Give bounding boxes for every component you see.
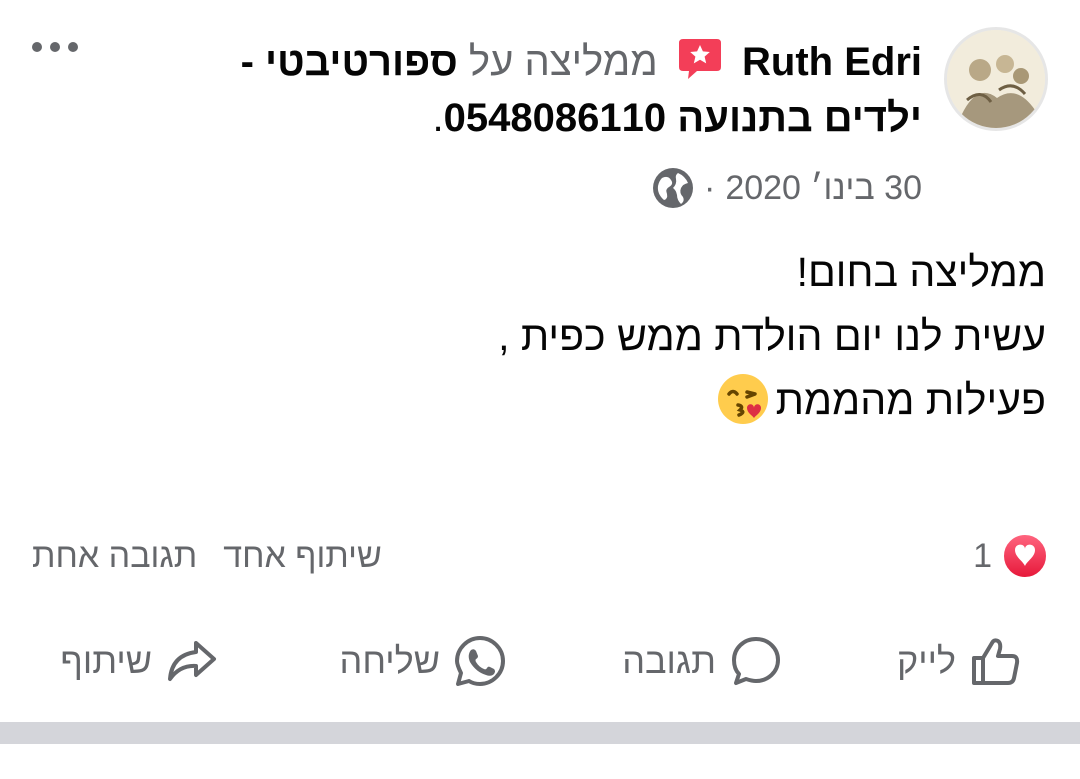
like-button[interactable]: לייק	[897, 628, 1024, 694]
shares-count[interactable]: שיתוף אחד	[223, 537, 382, 576]
post-meta: 30 בינו׳ 2020 ·	[652, 164, 922, 212]
post-body: ממליצה בחום! עשית לנו יום הולדת ממש כפית…	[46, 240, 1046, 432]
author-name[interactable]: Ruth Edri	[742, 40, 922, 84]
share-arrow-icon	[168, 641, 216, 681]
page-name-suffix: .	[432, 96, 444, 140]
thumbs-up-icon	[972, 638, 1020, 685]
comment-label: תגובה	[622, 640, 716, 681]
comment-button[interactable]: תגובה	[622, 628, 784, 694]
body-line-3-text: פעילות מהממת	[775, 377, 1046, 423]
action-bar: לייק תגובה שליחה שיתוף	[0, 628, 1080, 694]
next-post-area	[0, 744, 1080, 779]
post-card: Ruth Edri ממליצה על ספורטיבטי -ילדים בתנ…	[0, 0, 1080, 722]
meta-separator: ·	[703, 168, 716, 207]
recommends-text: ממליצה על	[468, 40, 658, 84]
like-label: לייק	[896, 640, 956, 681]
engagement-counts: שיתוף אחד תגובה אחת	[32, 537, 382, 576]
comment-bubble-icon	[732, 637, 780, 685]
whatsapp-icon	[455, 636, 505, 686]
reactions-summary[interactable]: 1	[973, 533, 1048, 579]
send-label: שליחה	[339, 640, 441, 681]
post-stats: שיתוף אחד תגובה אחת 1	[32, 530, 1048, 582]
face-blowing-kiss-emoji	[716, 372, 770, 426]
feed-divider	[0, 722, 1080, 744]
body-line-2: עשית לנו יום הולדת ממש כפית ,	[498, 313, 1046, 359]
share-button[interactable]: שיתוף	[60, 628, 220, 694]
send-whatsapp-button[interactable]: שליחה	[340, 628, 509, 694]
body-line-1: ממליצה בחום!	[796, 249, 1046, 295]
avatar[interactable]	[944, 27, 1048, 131]
more-options-icon[interactable]	[32, 32, 78, 62]
comments-count[interactable]: תגובה אחת	[32, 537, 197, 576]
reaction-count: 1	[973, 536, 992, 575]
recommendation-icon	[677, 37, 723, 81]
share-label: שיתוף	[60, 640, 152, 681]
post-header: Ruth Edri ממליצה על ספורטיבטי -ילדים בתנ…	[182, 34, 922, 146]
globe-icon	[652, 167, 694, 209]
love-reaction-icon	[1002, 533, 1048, 579]
body-line-3: פעילות מהממת	[46, 368, 1046, 432]
post-date[interactable]: 30 בינו׳ 2020	[725, 169, 922, 208]
